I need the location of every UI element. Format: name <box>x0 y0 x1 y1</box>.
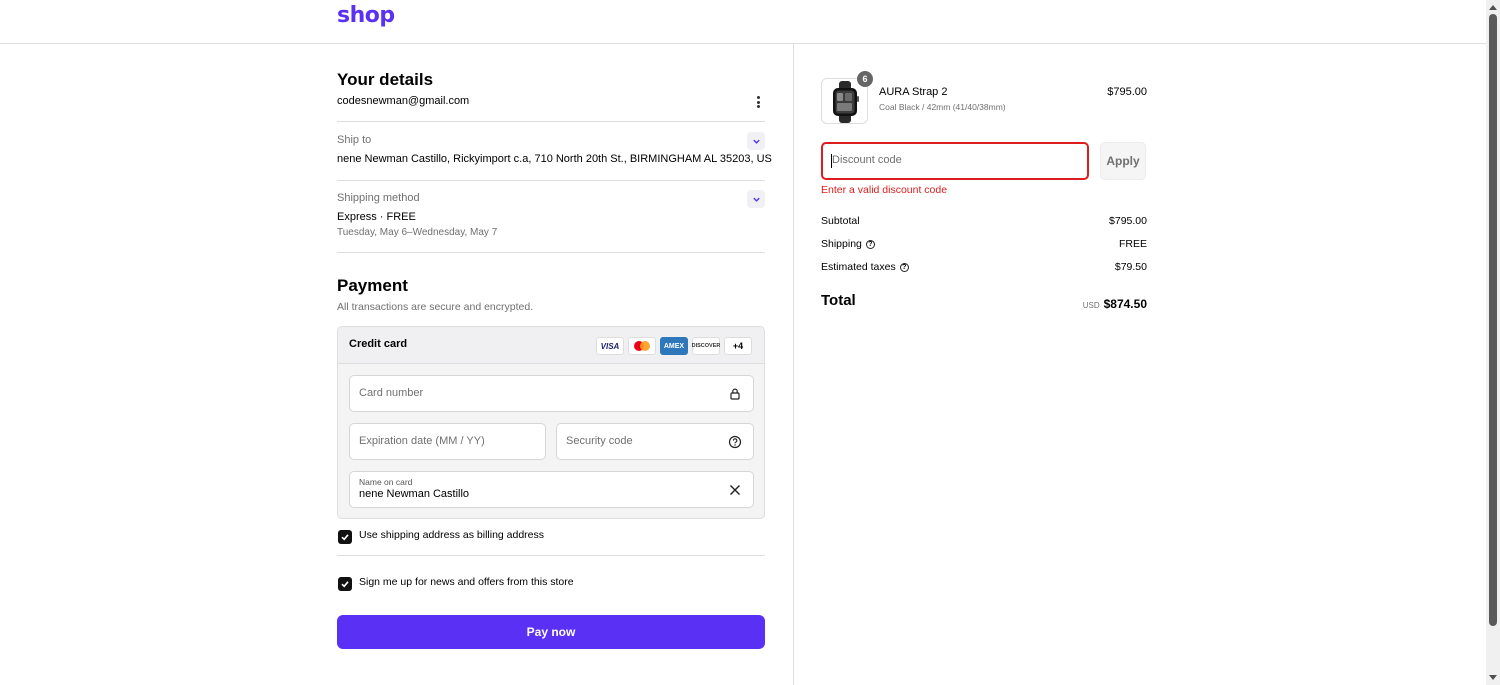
discount-code-input[interactable]: Discount code <box>821 142 1089 180</box>
order-summary-panel <box>793 44 1486 685</box>
scroll-up-arrow-icon[interactable] <box>1486 0 1500 14</box>
payment-subtitle: All transactions are secure and encrypte… <box>337 301 534 313</box>
pay-now-button[interactable]: Pay now <box>337 615 765 649</box>
card-number-field[interactable]: Card number <box>349 375 754 412</box>
billing-address-checkbox[interactable] <box>338 530 352 544</box>
divider <box>337 252 765 253</box>
total-currency: USD <box>1082 301 1100 310</box>
more-card-brands-badge: +4 <box>724 337 752 355</box>
lock-icon <box>730 388 740 400</box>
check-icon <box>341 534 349 541</box>
visa-logo-icon: VISA <box>596 337 624 355</box>
taxes-row-label: Estimated taxes? <box>821 261 909 273</box>
billing-address-checkbox-label: Use shipping address as billing address <box>359 529 545 541</box>
check-icon <box>341 581 349 588</box>
shipping-method-expand-chevron-icon[interactable] <box>747 190 765 208</box>
security-code-placeholder: Security code <box>566 435 633 447</box>
shipping-row-label: Shipping? <box>821 238 875 250</box>
ship-to-expand-chevron-icon[interactable] <box>747 132 765 150</box>
more-options-icon[interactable] <box>752 94 764 110</box>
ship-to-address: nene Newman Castillo, Rickyimport c.a, 7… <box>337 153 772 165</box>
divider <box>337 555 765 556</box>
total-value: $874.50 <box>1103 297 1147 311</box>
name-on-card-label: Name on card <box>359 477 413 487</box>
ship-to-label: Ship to <box>337 134 372 146</box>
product-variant: Coal Black / 42mm (41/40/38mm) <box>879 102 1006 112</box>
newsletter-checkbox-label: Sign me up for news and offers from this… <box>359 576 574 588</box>
shipping-dates: Tuesday, May 6–Wednesday, May 7 <box>337 227 498 238</box>
apply-discount-button[interactable]: Apply <box>1100 142 1146 180</box>
amex-logo-icon: AMEX <box>660 337 688 355</box>
your-details-title: Your details <box>337 70 434 89</box>
credit-card-label: Credit card <box>349 338 408 350</box>
total-label: Total <box>821 292 856 309</box>
header: shop <box>0 0 1486 44</box>
credit-card-option[interactable]: Credit card VISA AMEX DISCOVER +4 <box>338 327 764 364</box>
discover-logo-icon: DISCOVER <box>692 337 720 355</box>
expiration-date-placeholder: Expiration date (MM / YY) <box>359 435 485 447</box>
name-on-card-field[interactable]: Name on card nene Newman Castillo <box>349 471 754 508</box>
shipping-method-value: Express · FREE <box>337 211 416 223</box>
shop-logo[interactable]: shop <box>337 3 395 28</box>
page-scrollbar[interactable] <box>1486 0 1500 685</box>
expiration-date-field[interactable]: Expiration date (MM / YY) <box>349 423 546 460</box>
payment-title: Payment <box>337 276 408 295</box>
divider <box>337 180 765 181</box>
divider <box>337 121 765 122</box>
help-circle-icon[interactable] <box>728 435 742 449</box>
taxes-label: Estimated taxes <box>821 261 896 273</box>
card-number-placeholder: Card number <box>359 387 424 399</box>
shipping-label: Shipping <box>821 238 862 250</box>
clear-icon[interactable] <box>728 483 742 497</box>
account-email: codesnewman@gmail.com <box>337 95 470 107</box>
security-code-field[interactable]: Security code <box>556 423 754 460</box>
subtotal-label: Subtotal <box>821 215 860 227</box>
product-name: AURA Strap 2 <box>879 86 948 98</box>
card-brand-logos: VISA AMEX DISCOVER +4 <box>596 337 752 355</box>
product-price: $795.00 <box>1107 86 1147 98</box>
scroll-down-arrow-icon[interactable] <box>1486 671 1500 685</box>
total-amount: USD $874.50 <box>1060 295 1147 313</box>
quantity-badge: 6 <box>857 71 873 87</box>
taxes-help-icon[interactable]: ? <box>899 262 909 272</box>
scrollbar-thumb[interactable] <box>1489 14 1497 626</box>
shipping-value: FREE <box>1118 238 1147 250</box>
name-on-card-value: nene Newman Castillo <box>359 488 470 500</box>
shipping-help-icon[interactable]: ? <box>865 239 875 249</box>
credit-card-section: Credit card VISA AMEX DISCOVER +4 Card n… <box>337 326 765 519</box>
taxes-value: $79.50 <box>1114 261 1147 273</box>
newsletter-checkbox[interactable] <box>338 577 352 591</box>
discount-error-message: Enter a valid discount code <box>821 184 948 196</box>
shipping-method-label: Shipping method <box>337 192 420 204</box>
mastercard-logo-icon <box>628 337 656 355</box>
discount-code-placeholder: Discount code <box>832 154 902 166</box>
subtotal-value: $795.00 <box>1109 215 1147 227</box>
